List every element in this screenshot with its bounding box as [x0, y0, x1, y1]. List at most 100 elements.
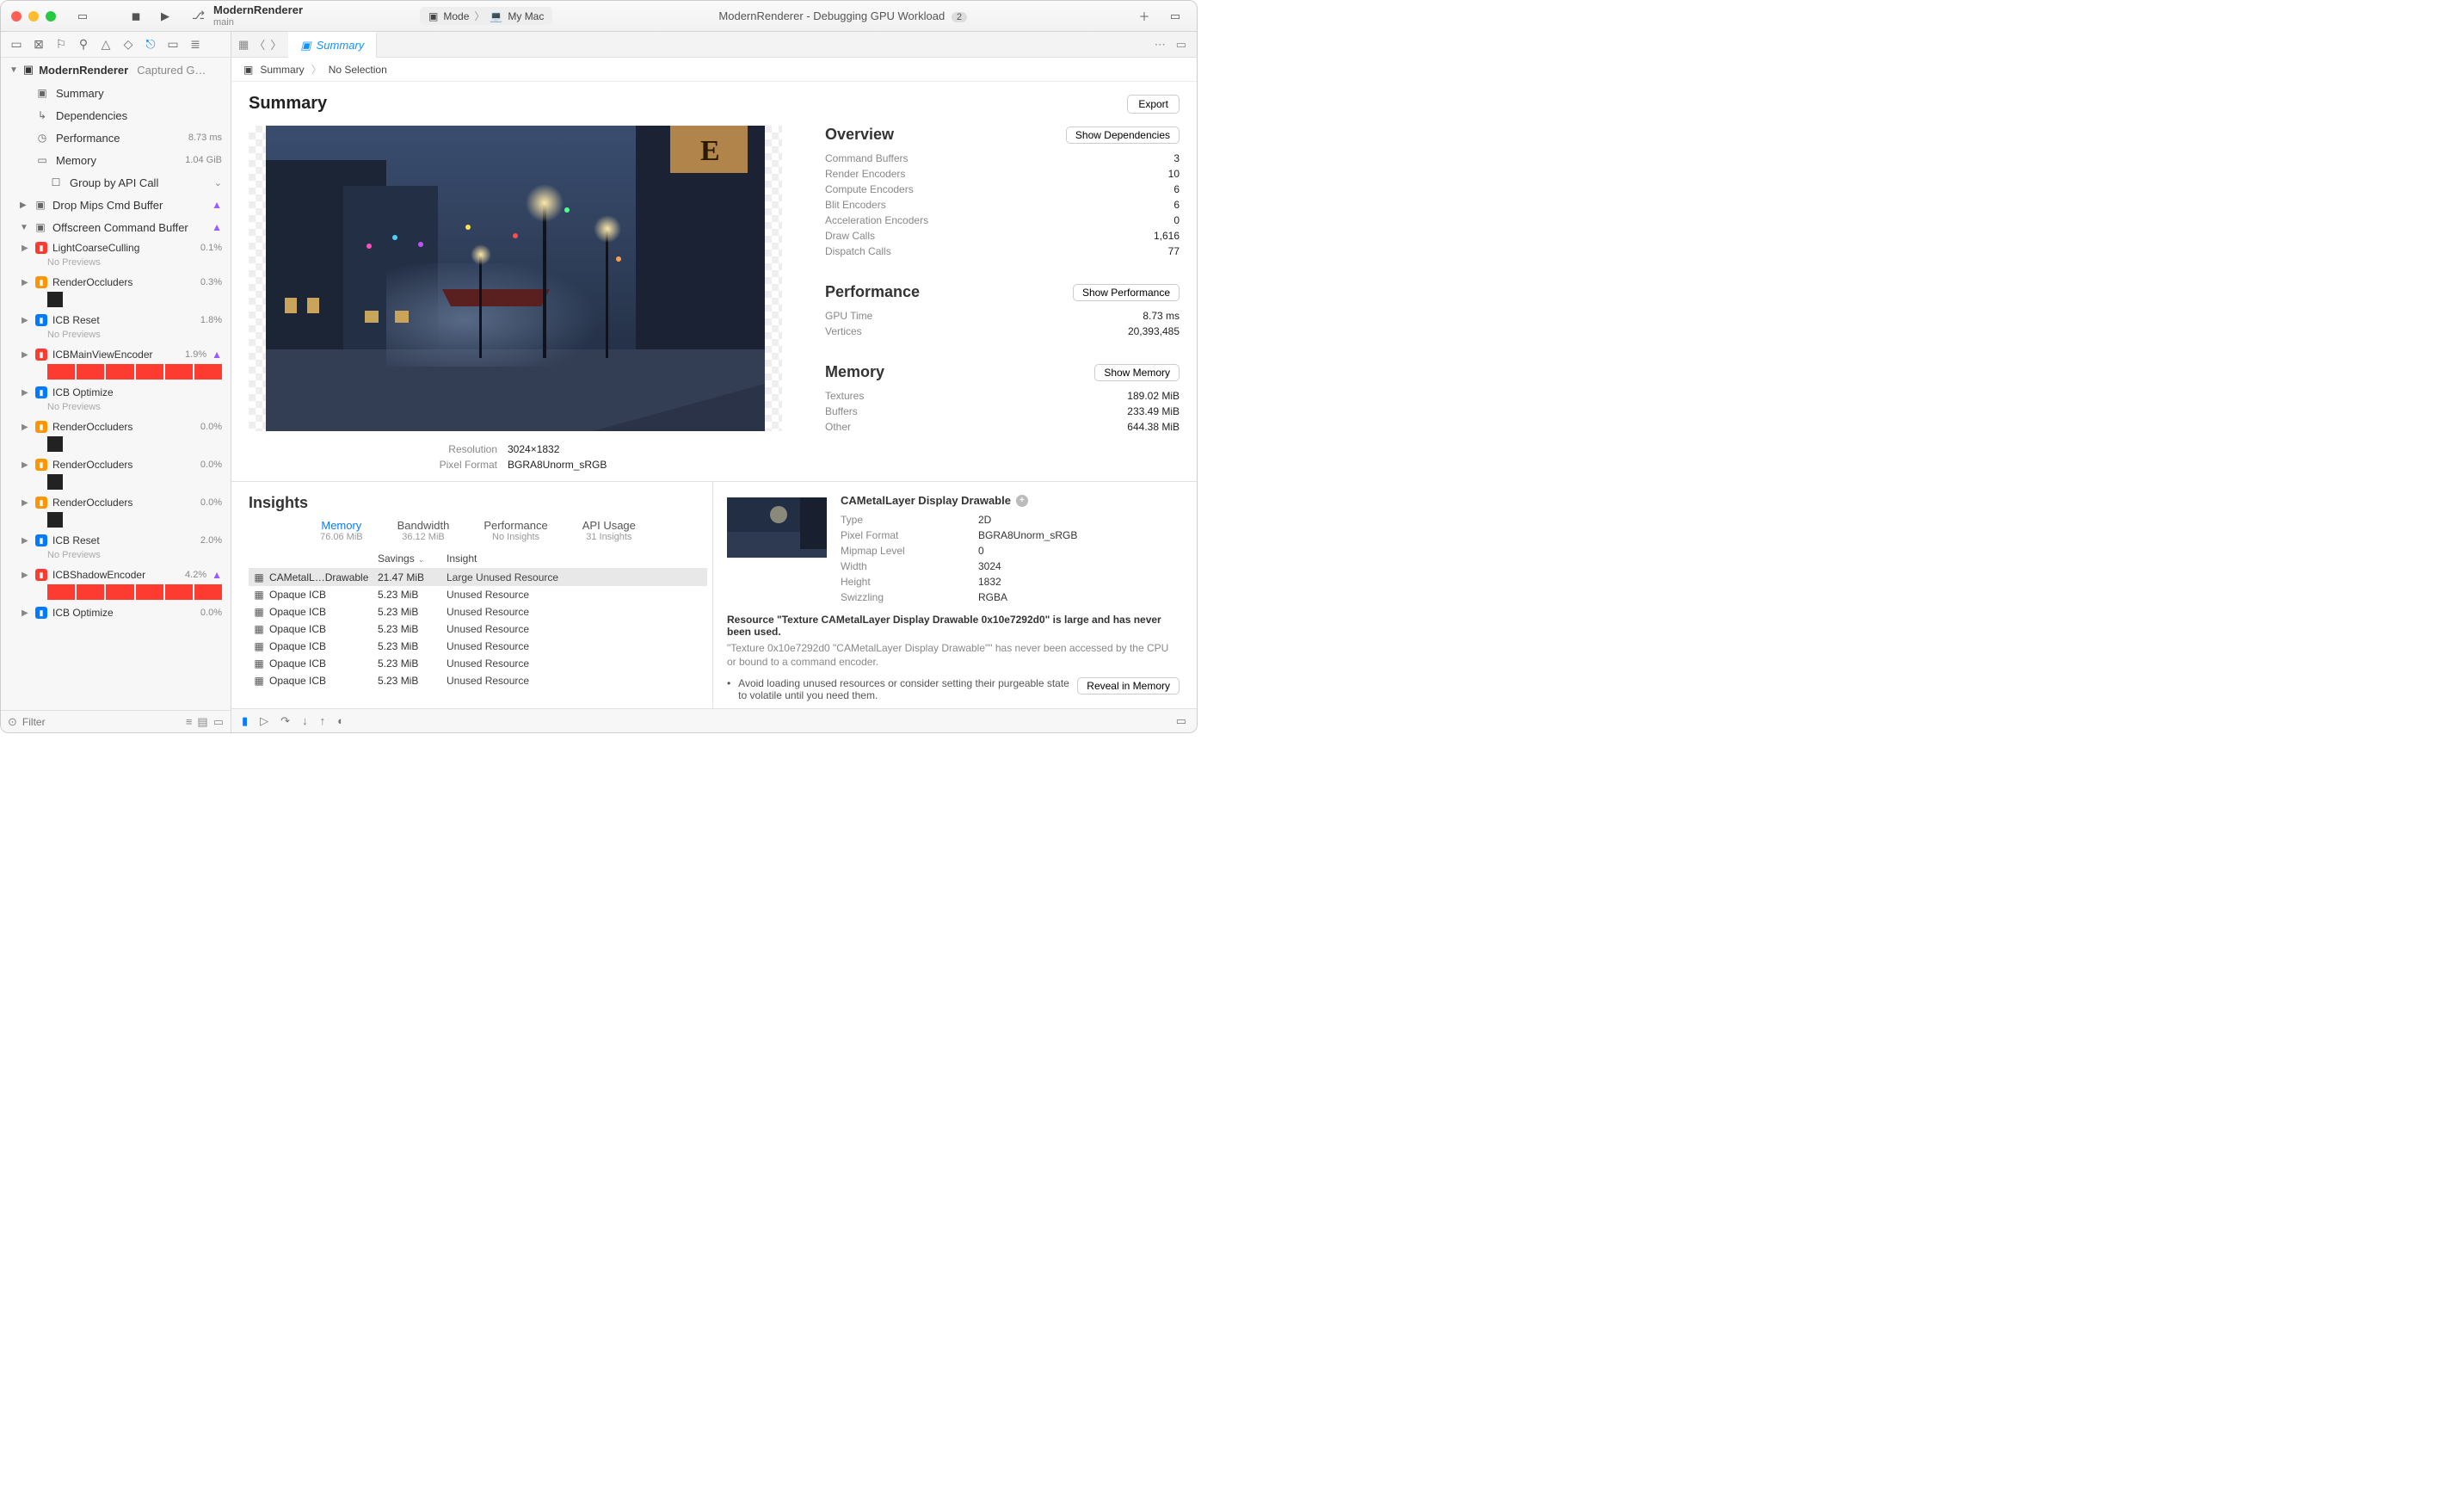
disclosure-icon[interactable]: ▼: [9, 65, 18, 75]
insight-row[interactable]: ▦Opaque ICB5.23 MiBUnused Resource: [249, 603, 707, 620]
encoder-item[interactable]: ▶▮ICBMainViewEncoder1.9%▲: [1, 345, 231, 362]
capture-root[interactable]: ▼ ▣ ModernRenderer Captured G…: [1, 58, 231, 82]
run-button[interactable]: ▶: [154, 7, 176, 26]
disclosure-icon[interactable]: ▶: [22, 388, 30, 398]
disclosure-icon[interactable]: ▶: [22, 423, 30, 432]
insights-tab[interactable]: API Usage31 Insights: [582, 519, 636, 542]
buffer-icon: ▣: [34, 198, 47, 212]
disclosure-icon[interactable]: ▶: [22, 608, 30, 618]
sidebar-item-summary[interactable]: ▣ Summary: [1, 82, 231, 104]
disclosure-icon[interactable]: ▶: [22, 460, 30, 470]
toggle-navigator-icon[interactable]: ▭: [71, 7, 94, 26]
insight-row[interactable]: ▦Opaque ICB5.23 MiBUnused Resource: [249, 672, 707, 689]
group-by-api-toggle[interactable]: ☐ Group by API Call ⌄: [1, 171, 231, 194]
filter-opt-icon[interactable]: ≡: [186, 715, 193, 728]
encoder-item[interactable]: ▶▮RenderOccluders0.0%: [1, 493, 231, 510]
sidebar-item-dependencies[interactable]: ↳ Dependencies: [1, 104, 231, 127]
toggle-inspector-icon[interactable]: ▭: [1164, 7, 1186, 26]
warning-icon: ▲: [212, 199, 222, 211]
reveal-in-memory-button[interactable]: Reveal in Memory: [1077, 677, 1180, 694]
filter-opt-icon[interactable]: ▤: [197, 715, 207, 729]
show-performance-button[interactable]: Show Performance: [1073, 284, 1180, 301]
checkbox-icon[interactable]: ☐: [49, 176, 63, 189]
continue-icon[interactable]: ▷: [260, 714, 268, 728]
encoder-item[interactable]: ▶▮LightCoarseCulling0.1%: [1, 238, 231, 256]
sidebar-item-memory[interactable]: ▭ Memory 1.04 GiB: [1, 149, 231, 171]
scheme-target-selector[interactable]: ▣ Mode 〉 💻 My Mac: [420, 7, 552, 25]
search-nav-icon[interactable]: ⚲: [77, 37, 90, 52]
stop-button[interactable]: ◼: [125, 7, 147, 26]
disclosure-icon[interactable]: ▶: [22, 278, 30, 287]
report-nav-icon[interactable]: ≣: [188, 37, 202, 52]
insight-row[interactable]: ▦Opaque ICB5.23 MiBUnused Resource: [249, 638, 707, 655]
step-out-icon[interactable]: ↑: [320, 714, 326, 727]
debug-view-icon[interactable]: ◐: [337, 714, 344, 727]
activity-viewer: ModernRenderer - Debugging GPU Workload …: [559, 9, 1126, 22]
insight-row[interactable]: ▦Opaque ICB5.23 MiBUnused Resource: [249, 586, 707, 603]
step-in-icon[interactable]: ↓: [302, 714, 308, 727]
debug-nav-icon[interactable]: ⎋: [144, 37, 157, 52]
nav-back-icon[interactable]: 〈: [254, 36, 265, 52]
tab-summary[interactable]: ▣ Summary: [288, 32, 377, 58]
breakpoint-nav-icon[interactable]: ▭: [166, 37, 180, 52]
encoder-item[interactable]: ▶▮RenderOccluders0.0%: [1, 417, 231, 435]
disclosure-icon[interactable]: ▶: [22, 316, 30, 325]
insights-tab[interactable]: Bandwidth36.12 MiB: [397, 519, 450, 542]
disclosure-icon[interactable]: ▶: [22, 244, 30, 253]
encoder-item[interactable]: ▶▮ICB Reset2.0%: [1, 531, 231, 548]
folder-nav-icon[interactable]: ▭: [9, 37, 23, 52]
disclosure-icon[interactable]: ▶: [20, 201, 28, 210]
step-over-icon[interactable]: ↷: [280, 714, 290, 728]
encoder-icon: ▮: [35, 534, 47, 546]
close-window[interactable]: [11, 11, 22, 22]
show-dependencies-button[interactable]: Show Dependencies: [1066, 127, 1180, 144]
add-tab-icon[interactable]: ＋: [1133, 7, 1155, 26]
bookmark-nav-icon[interactable]: ⚐: [54, 37, 68, 52]
scope-icon[interactable]: ⊙: [8, 715, 17, 729]
insights-tab[interactable]: Memory76.06 MiB: [320, 519, 363, 542]
overview-panel: Overview Show Dependencies Command Buffe…: [825, 126, 1180, 259]
encoder-item[interactable]: ▶▮ICB Optimize0.0%: [1, 603, 231, 620]
minimize-window[interactable]: [28, 11, 39, 22]
disclosure-icon[interactable]: ▶: [22, 350, 30, 360]
filter-opt-icon[interactable]: ▭: [213, 715, 224, 729]
insight-row[interactable]: ▦Opaque ICB5.23 MiBUnused Resource: [249, 655, 707, 672]
breadcrumb[interactable]: ▣ Summary 〉 No Selection: [231, 58, 1197, 82]
console-toggle-icon[interactable]: ▭: [1176, 714, 1186, 728]
tab-options-icon[interactable]: ⋯: [1155, 38, 1166, 52]
project-title[interactable]: ModernRenderer main: [213, 4, 303, 27]
disclosure-icon[interactable]: ▶: [22, 536, 30, 546]
encoder-icon: ▮: [35, 459, 47, 471]
export-button[interactable]: Export: [1127, 95, 1180, 114]
encoder-item[interactable]: ▶▮RenderOccluders0.3%: [1, 273, 231, 290]
nav-forward-icon[interactable]: 〉: [270, 36, 281, 52]
insights-tab[interactable]: PerformanceNo Insights: [484, 519, 547, 542]
debug-toggle-icon[interactable]: ▮: [242, 714, 248, 728]
encoder-item[interactable]: ▶▮ICB Reset1.8%: [1, 311, 231, 328]
col-savings[interactable]: Savings: [378, 552, 415, 565]
show-memory-button[interactable]: Show Memory: [1094, 364, 1180, 381]
disclosure-icon[interactable]: ▶: [22, 498, 30, 508]
insight-row[interactable]: ▦CAMetalL…Drawable21.47 MiBLarge Unused …: [249, 569, 707, 586]
sidebar-item-performance[interactable]: ◷ Performance 8.73 ms: [1, 127, 231, 149]
disclosure-icon[interactable]: ▼: [20, 223, 28, 232]
insight-row[interactable]: ▦Opaque ICB5.23 MiBUnused Resource: [249, 620, 707, 638]
tag-nav-icon[interactable]: ◇: [121, 37, 135, 52]
cmd-buffer-drop-mips[interactable]: ▶ ▣ Drop Mips Cmd Buffer ▲: [1, 194, 231, 216]
encoder-item[interactable]: ▶▮ICB Optimize: [1, 383, 231, 400]
filter-bar: ⊙ ≡ ▤ ▭: [1, 710, 231, 732]
col-insight[interactable]: Insight: [447, 552, 707, 565]
sort-icon[interactable]: ⌄: [418, 555, 425, 564]
related-items-icon[interactable]: ▦: [238, 38, 249, 52]
zoom-window[interactable]: [46, 11, 56, 22]
issue-nav-icon[interactable]: △: [99, 37, 113, 52]
disclosure-icon[interactable]: ▶: [22, 571, 30, 580]
toggle-minimap-icon[interactable]: ▭: [1176, 38, 1186, 52]
filter-input[interactable]: [22, 716, 181, 728]
add-icon[interactable]: +: [1016, 495, 1028, 507]
close-nav-icon[interactable]: ⊠: [32, 37, 46, 52]
cmd-buffer-offscreen[interactable]: ▼ ▣ Offscreen Command Buffer ▲: [1, 216, 231, 238]
encoder-item[interactable]: ▶▮ICBShadowEncoder4.2%▲: [1, 565, 231, 583]
chevron-down-icon[interactable]: ⌄: [214, 177, 222, 188]
encoder-item[interactable]: ▶▮RenderOccluders0.0%: [1, 455, 231, 472]
